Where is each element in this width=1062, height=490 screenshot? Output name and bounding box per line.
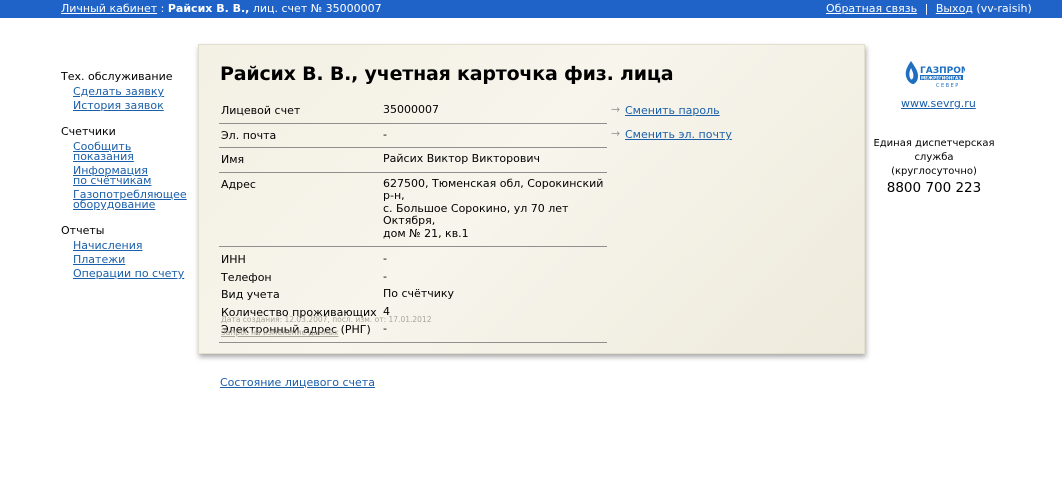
top-bar-actions: Обратная связь | Выход (vv-raisih) — [826, 2, 1062, 15]
nav-item-charges[interactable]: Начисления — [73, 240, 191, 251]
nav-group-title: Счетчики — [61, 125, 116, 138]
top-bar-divider: | — [924, 2, 929, 15]
address-line: с. Большое Сорокино, ул 70 лет Октября, — [383, 201, 569, 227]
top-bar-account-info: Личный кабинет : Райсих В. В., лиц. счет… — [61, 2, 382, 15]
field-label: Вид учета — [221, 288, 280, 301]
change-email-link[interactable]: Сменить эл. почту — [625, 128, 732, 141]
field-value: 627500, Тюменская обл, Сорокинский р-н, … — [383, 176, 607, 241]
table-row: Имя Райсих Виктор Викторович — [219, 148, 607, 173]
site-link[interactable]: www.sevrg.ru — [901, 97, 976, 110]
feedback-link[interactable]: Обратная связь — [826, 2, 917, 15]
login-hint: (vv-raisih) — [976, 2, 1032, 15]
table-bottom-divider — [219, 339, 607, 343]
table-row: Лицевой счет 35000007 — [219, 99, 607, 124]
arrow-right-icon: → — [611, 127, 621, 140]
dispatch-service-info: Единая диспетчерская служба (круглосуточ… — [872, 137, 996, 195]
field-value: По счётчику — [383, 287, 455, 300]
nav-item-gas-equipment[interactable]: Газопотребляющее оборудование — [73, 189, 191, 211]
logo-text-mid: МЕЖРЕГИОНГАЗ — [921, 75, 961, 80]
nav-item-label: по счётчикам — [73, 174, 152, 187]
table-row: Вид учета По счётчику — [219, 286, 607, 304]
field-value: - — [383, 127, 387, 141]
dispatch-phone: 8800 700 223 — [886, 180, 982, 196]
change-password-action: → Сменить пароль — [611, 103, 732, 117]
nav-item-label: оборудование — [73, 198, 156, 211]
dispatch-title-line: служба (круглосуточно) — [891, 152, 977, 177]
nav-item-request-history[interactable]: История заявок — [73, 100, 191, 111]
table-row: Эл. почта - — [219, 124, 607, 148]
nav-item-payments[interactable]: Платежи — [73, 254, 191, 265]
nav-group-meters: Счетчики Сообщить показания Информация п… — [61, 125, 191, 210]
logo-text-bottom: СЕВЕР — [936, 83, 960, 89]
field-label: Эл. почта — [221, 128, 277, 142]
table-row: ИНН - — [219, 247, 607, 269]
change-password-link[interactable]: Сменить пароль — [625, 104, 720, 117]
top-bar-account-number: лиц. счет № 35000007 — [252, 2, 382, 15]
table-row: Адрес 627500, Тюменская обл, Сорокинский… — [219, 173, 607, 247]
address-line: дом № 21, кв.1 — [383, 226, 469, 240]
address-line: 627500, Тюменская обл, Сорокинский р-н, — [383, 176, 604, 202]
request-data-change-link[interactable]: Запрос на изменение данных — [221, 326, 431, 339]
dispatch-title-line: Единая диспетчерская — [873, 138, 995, 149]
field-label: Телефон — [221, 270, 272, 284]
nav-item-make-request[interactable]: Сделать заявку — [73, 86, 191, 97]
account-actions: → Сменить пароль → Сменить эл. почту — [611, 103, 732, 152]
account-status-link[interactable]: Состояние лицевого счета — [220, 376, 375, 389]
table-row: Телефон - — [219, 269, 607, 287]
top-bar-user-name: Райсих В. В., — [167, 2, 250, 15]
field-value: - — [383, 269, 387, 283]
gazprom-logo-icon[interactable]: ГАЗПРОМ МЕЖРЕГИОНГАЗ СЕВЕР — [903, 58, 970, 92]
field-label: Имя — [221, 153, 245, 166]
field-label: ИНН — [221, 253, 246, 266]
cabinet-link[interactable]: Личный кабинет — [61, 2, 157, 15]
field-label: Лицевой счет — [221, 104, 301, 117]
nav-group-reports: Отчеты Начисления Платежи Операции по сч… — [61, 224, 191, 279]
account-card: Райсих В. В., учетная карточка физ. лица… — [198, 44, 865, 354]
field-value: 35000007 — [383, 103, 439, 116]
field-label: Адрес — [221, 177, 256, 191]
record-meta: Дата создания: 12.03.2007, посл. изм. от… — [221, 313, 431, 339]
field-value: Райсих Виктор Викторович — [383, 152, 541, 165]
top-bar-colon: : — [160, 2, 165, 15]
change-email-action: → Сменить эл. почту — [611, 127, 732, 141]
nav-group-title: Тех. обслуживание — [61, 70, 173, 83]
nav-group-title: Отчеты — [61, 224, 105, 237]
logout-link[interactable]: Выход — [936, 2, 973, 15]
nav-item-account-operations[interactable]: Операции по счету — [73, 268, 191, 279]
sidebar-nav: Тех. обслуживание Сделать заявку История… — [61, 70, 191, 293]
nav-item-meter-info[interactable]: Информация по счётчикам — [73, 165, 191, 187]
top-bar: Личный кабинет : Райсих В. В., лиц. счет… — [0, 0, 1062, 18]
field-value: - — [383, 252, 387, 265]
nav-item-submit-readings[interactable]: Сообщить показания — [73, 141, 191, 162]
arrow-right-icon: → — [611, 103, 621, 116]
gazprom-logo-svg: ГАЗПРОМ МЕЖРЕГИОНГАЗ СЕВЕР — [905, 61, 970, 89]
page-title: Райсих В. В., учетная карточка физ. лица — [220, 63, 674, 85]
account-details-table: Лицевой счет 35000007 Эл. почта - Имя Ра… — [219, 99, 607, 343]
nav-group-maintenance: Тех. обслуживание Сделать заявку История… — [61, 70, 191, 111]
record-dates: Дата создания: 12.03.2007, посл. изм. от… — [221, 315, 432, 324]
